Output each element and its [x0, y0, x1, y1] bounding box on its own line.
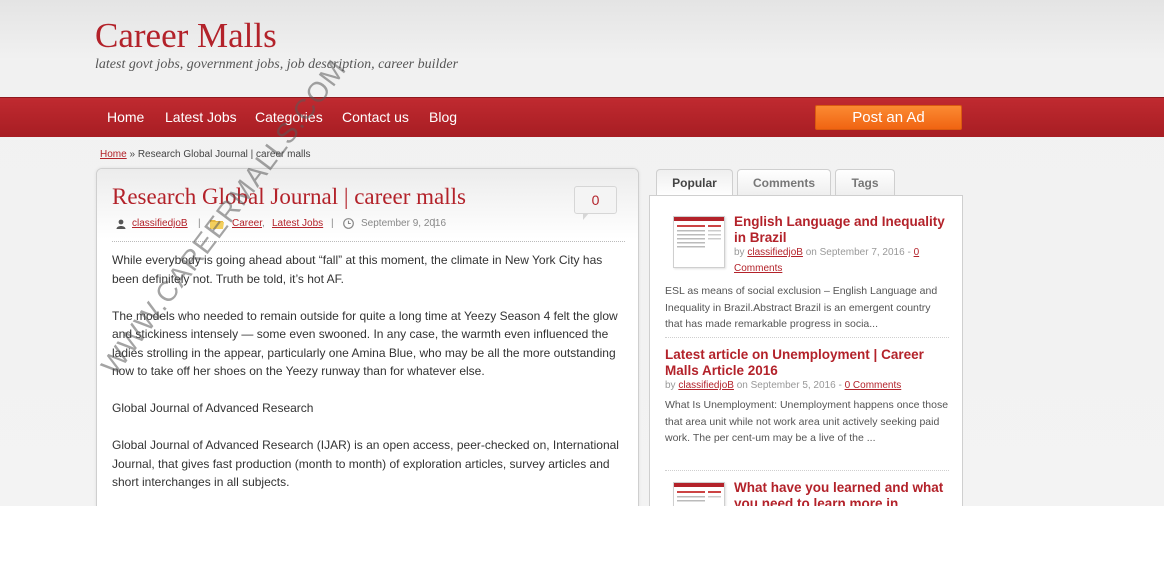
document-thumbnail-icon: [674, 217, 724, 248]
popular-post-author[interactable]: classifiedjoB: [678, 380, 734, 391]
category-link-latest-jobs[interactable]: Latest Jobs: [272, 218, 323, 229]
nav-home[interactable]: Home: [107, 109, 144, 125]
meta-divider: |: [433, 218, 436, 229]
post-title[interactable]: Research Global Journal | career malls: [112, 184, 466, 210]
breadcrumb-current: Research Global Journal | career malls: [137, 149, 311, 160]
list-item: English Language and Inequality in Brazi…: [734, 214, 949, 277]
category-link-career[interactable]: Career: [232, 218, 262, 229]
comment-count-badge[interactable]: 0: [574, 186, 617, 220]
post-ad-button[interactable]: Post an Ad: [815, 105, 962, 130]
site-header: Career Malls latest govt jobs, governmen…: [0, 0, 1164, 97]
breadcrumb-home[interactable]: Home: [100, 149, 127, 160]
popular-post-title[interactable]: English Language and Inequality in Brazi…: [734, 214, 949, 245]
folder-icon: [210, 220, 224, 229]
popular-post-excerpt: What Is Unemployment: Unemployment happe…: [665, 399, 949, 444]
divider: [665, 337, 949, 338]
post-paragraph: While everybody is going ahead about “fa…: [112, 253, 603, 286]
meta-divider: |: [331, 218, 334, 229]
list-item: Latest article on Unemployment | Career …: [665, 347, 950, 447]
tab-comments[interactable]: Comments: [737, 169, 831, 196]
meta-divider: |: [198, 218, 201, 229]
post-content: While everybody is going ahead about “fa…: [112, 251, 625, 506]
post-thumbnail[interactable]: [673, 216, 725, 268]
popular-post-author[interactable]: classifiedjoB: [747, 247, 803, 258]
post-paragraph: Global Journal of Advanced Research: [112, 401, 314, 415]
popular-posts-panel: English Language and Inequality in Brazi…: [649, 195, 963, 506]
popular-post-comments[interactable]: 0 Comments: [845, 380, 902, 391]
post-thumbnail[interactable]: [673, 482, 725, 506]
list-item: What have you learned and what you need …: [734, 480, 949, 506]
post-meta: classifiedjoB | Career, Latest Jobs | Se…: [112, 216, 625, 242]
tab-popular[interactable]: Popular: [656, 169, 733, 197]
site-title[interactable]: Career Malls: [95, 16, 277, 56]
popular-post-meta: by classifiedjoB on September 7, 2016 - …: [734, 247, 920, 274]
popular-post-excerpt: ESL as means of social exclusion – Engli…: [665, 285, 938, 330]
popular-post-title[interactable]: What have you learned and what you need …: [734, 480, 949, 506]
post-paragraph: Global Journal of Advanced Research (IJA…: [112, 438, 619, 489]
nav-blog[interactable]: Blog: [429, 109, 457, 125]
user-icon: [116, 219, 126, 229]
nav-contact-us[interactable]: Contact us: [342, 109, 409, 125]
clock-icon: [343, 218, 354, 229]
tab-tags[interactable]: Tags: [835, 169, 895, 196]
nav-latest-jobs[interactable]: Latest Jobs: [165, 109, 237, 125]
divider: [665, 470, 949, 471]
post-paragraph: The models who needed to remain outside …: [112, 308, 618, 379]
breadcrumb-separator: »: [129, 149, 136, 160]
post-panel: Research Global Journal | career malls 0…: [96, 168, 639, 506]
page: Career Malls latest govt jobs, governmen…: [0, 0, 1164, 506]
main-nav: Home Latest Jobs Categories Contact us B…: [0, 97, 1164, 137]
document-thumbnail-icon: [674, 483, 724, 502]
popular-post-meta: by classifiedjoB on September 5, 2016 - …: [665, 380, 902, 391]
breadcrumb: Home » Research Global Journal | career …: [100, 149, 310, 160]
site-tagline: latest govt jobs, government jobs, job d…: [95, 57, 459, 72]
nav-categories[interactable]: Categories: [255, 109, 323, 125]
post-author-link[interactable]: classifiedjoB: [132, 218, 188, 229]
popular-post-title[interactable]: Latest article on Unemployment | Career …: [665, 347, 950, 378]
